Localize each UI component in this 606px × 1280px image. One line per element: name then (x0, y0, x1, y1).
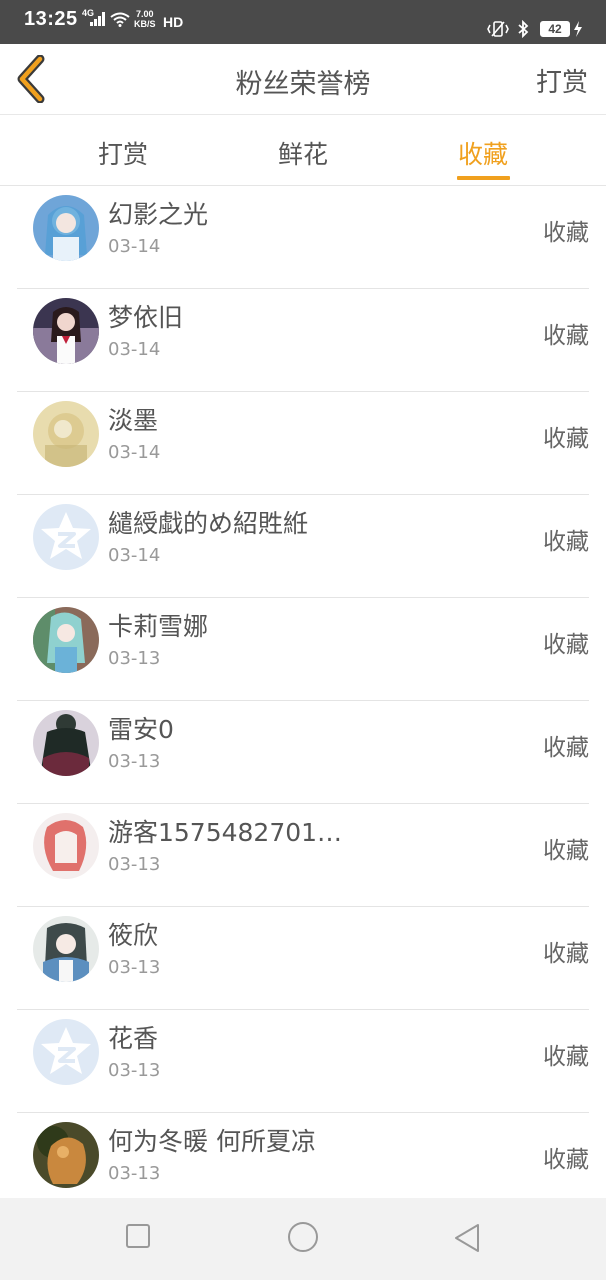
fan-action: 收藏 (543, 632, 589, 658)
list-item[interactable]: 卡莉雪娜 03-13 收藏 (17, 598, 589, 701)
avatar (33, 710, 99, 776)
fan-action: 收藏 (543, 220, 589, 246)
fan-action: 收藏 (543, 1044, 589, 1070)
fan-action: 收藏 (543, 426, 589, 452)
tab-favorites[interactable]: 收藏 (458, 135, 508, 171)
fan-name: 淡墨 (108, 406, 159, 435)
fan-date: 03-14 (108, 545, 161, 566)
default-avatar-icon (33, 504, 99, 570)
fan-date: 03-13 (108, 1163, 161, 1184)
fan-name: 筱欣 (108, 921, 159, 950)
list-item[interactable]: 筱欣 03-13 收藏 (17, 907, 589, 1010)
home-icon (288, 1222, 318, 1252)
avatar (33, 1122, 99, 1188)
page-title: 粉丝荣誉榜 (235, 69, 371, 100)
fan-date: 03-14 (108, 339, 161, 360)
fan-date: 03-13 (108, 648, 161, 669)
avatar (33, 401, 99, 467)
bluetooth-icon (518, 20, 529, 38)
fan-action: 收藏 (543, 941, 589, 967)
avatar (33, 1019, 99, 1085)
speed-value: 7.00 (135, 9, 154, 19)
tab-flowers[interactable]: 鲜花 (278, 135, 328, 171)
network-speed: 7.00 KB/S (134, 9, 156, 29)
default-avatar-icon (33, 1019, 99, 1085)
reward-button[interactable]: 打赏 (536, 62, 588, 99)
status-bar: 13:25 4G 7.00 KB/S HD 42 (0, 0, 606, 44)
list-item[interactable]: 梦依旧 03-14 收藏 (17, 289, 589, 392)
list-item[interactable]: 雷安0 03-13 收藏 (17, 701, 589, 804)
app-header: 粉丝荣誉榜 打赏 (0, 44, 606, 115)
recent-apps-button[interactable] (124, 1222, 152, 1254)
fan-date: 03-14 (108, 236, 161, 257)
fan-name: 雷安0 (108, 715, 174, 744)
recent-apps-icon (126, 1224, 150, 1248)
list-item[interactable]: 幻影之光 03-14 收藏 (17, 186, 589, 289)
active-tab-indicator (457, 176, 510, 180)
fan-action: 收藏 (543, 838, 589, 864)
fan-date: 03-13 (108, 1060, 161, 1081)
fan-name: 何为冬暖 何所夏凉 (108, 1127, 316, 1156)
signal-icon (90, 12, 105, 26)
list-item[interactable]: 繾綬戱的め紹貹絍 03-14 收藏 (17, 495, 589, 598)
avatar (33, 813, 99, 879)
fan-action: 收藏 (543, 529, 589, 555)
fan-action: 收藏 (543, 323, 589, 349)
system-nav-bar (0, 1198, 606, 1280)
avatar (33, 916, 99, 982)
list-item[interactable]: 花香 03-13 收藏 (17, 1010, 589, 1113)
fan-name: 卡莉雪娜 (108, 612, 209, 641)
status-time: 13:25 (24, 8, 78, 30)
charging-icon (574, 21, 582, 37)
fan-list: 幻影之光 03-14 收藏 梦依旧 03-14 收藏 淡墨 03-14 收藏 繾… (0, 186, 606, 1215)
fan-name: 梦依旧 (108, 303, 184, 332)
list-item[interactable]: 游客1575482701… 03-13 收藏 (17, 804, 589, 907)
wifi-icon (110, 12, 130, 27)
hd-indicator: HD (163, 14, 184, 30)
speed-unit: KB/S (134, 19, 156, 29)
fan-date: 03-13 (108, 751, 161, 772)
fan-name: 繾綬戱的め紹貹絍 (108, 509, 309, 538)
avatar (33, 607, 99, 673)
vibrate-icon (487, 21, 509, 37)
list-item[interactable]: 淡墨 03-14 收藏 (17, 392, 589, 495)
avatar (33, 195, 99, 261)
fan-name: 幻影之光 (108, 200, 209, 229)
fan-date: 03-13 (108, 854, 161, 875)
avatar (33, 298, 99, 364)
fan-name: 游客1575482701… (108, 818, 343, 847)
back-nav-button[interactable] (452, 1222, 482, 1258)
fan-action: 收藏 (543, 1147, 589, 1173)
battery-indicator: 42 (540, 21, 570, 37)
fan-date: 03-14 (108, 442, 161, 463)
back-icon (455, 1224, 479, 1252)
tab-reward[interactable]: 打赏 (98, 135, 148, 171)
avatar (33, 504, 99, 570)
fan-name: 花香 (108, 1024, 159, 1053)
home-button[interactable] (286, 1220, 320, 1258)
fan-date: 03-13 (108, 957, 161, 978)
fan-action: 收藏 (543, 735, 589, 761)
tab-bar: 打赏 鲜花 收藏 (0, 115, 606, 186)
